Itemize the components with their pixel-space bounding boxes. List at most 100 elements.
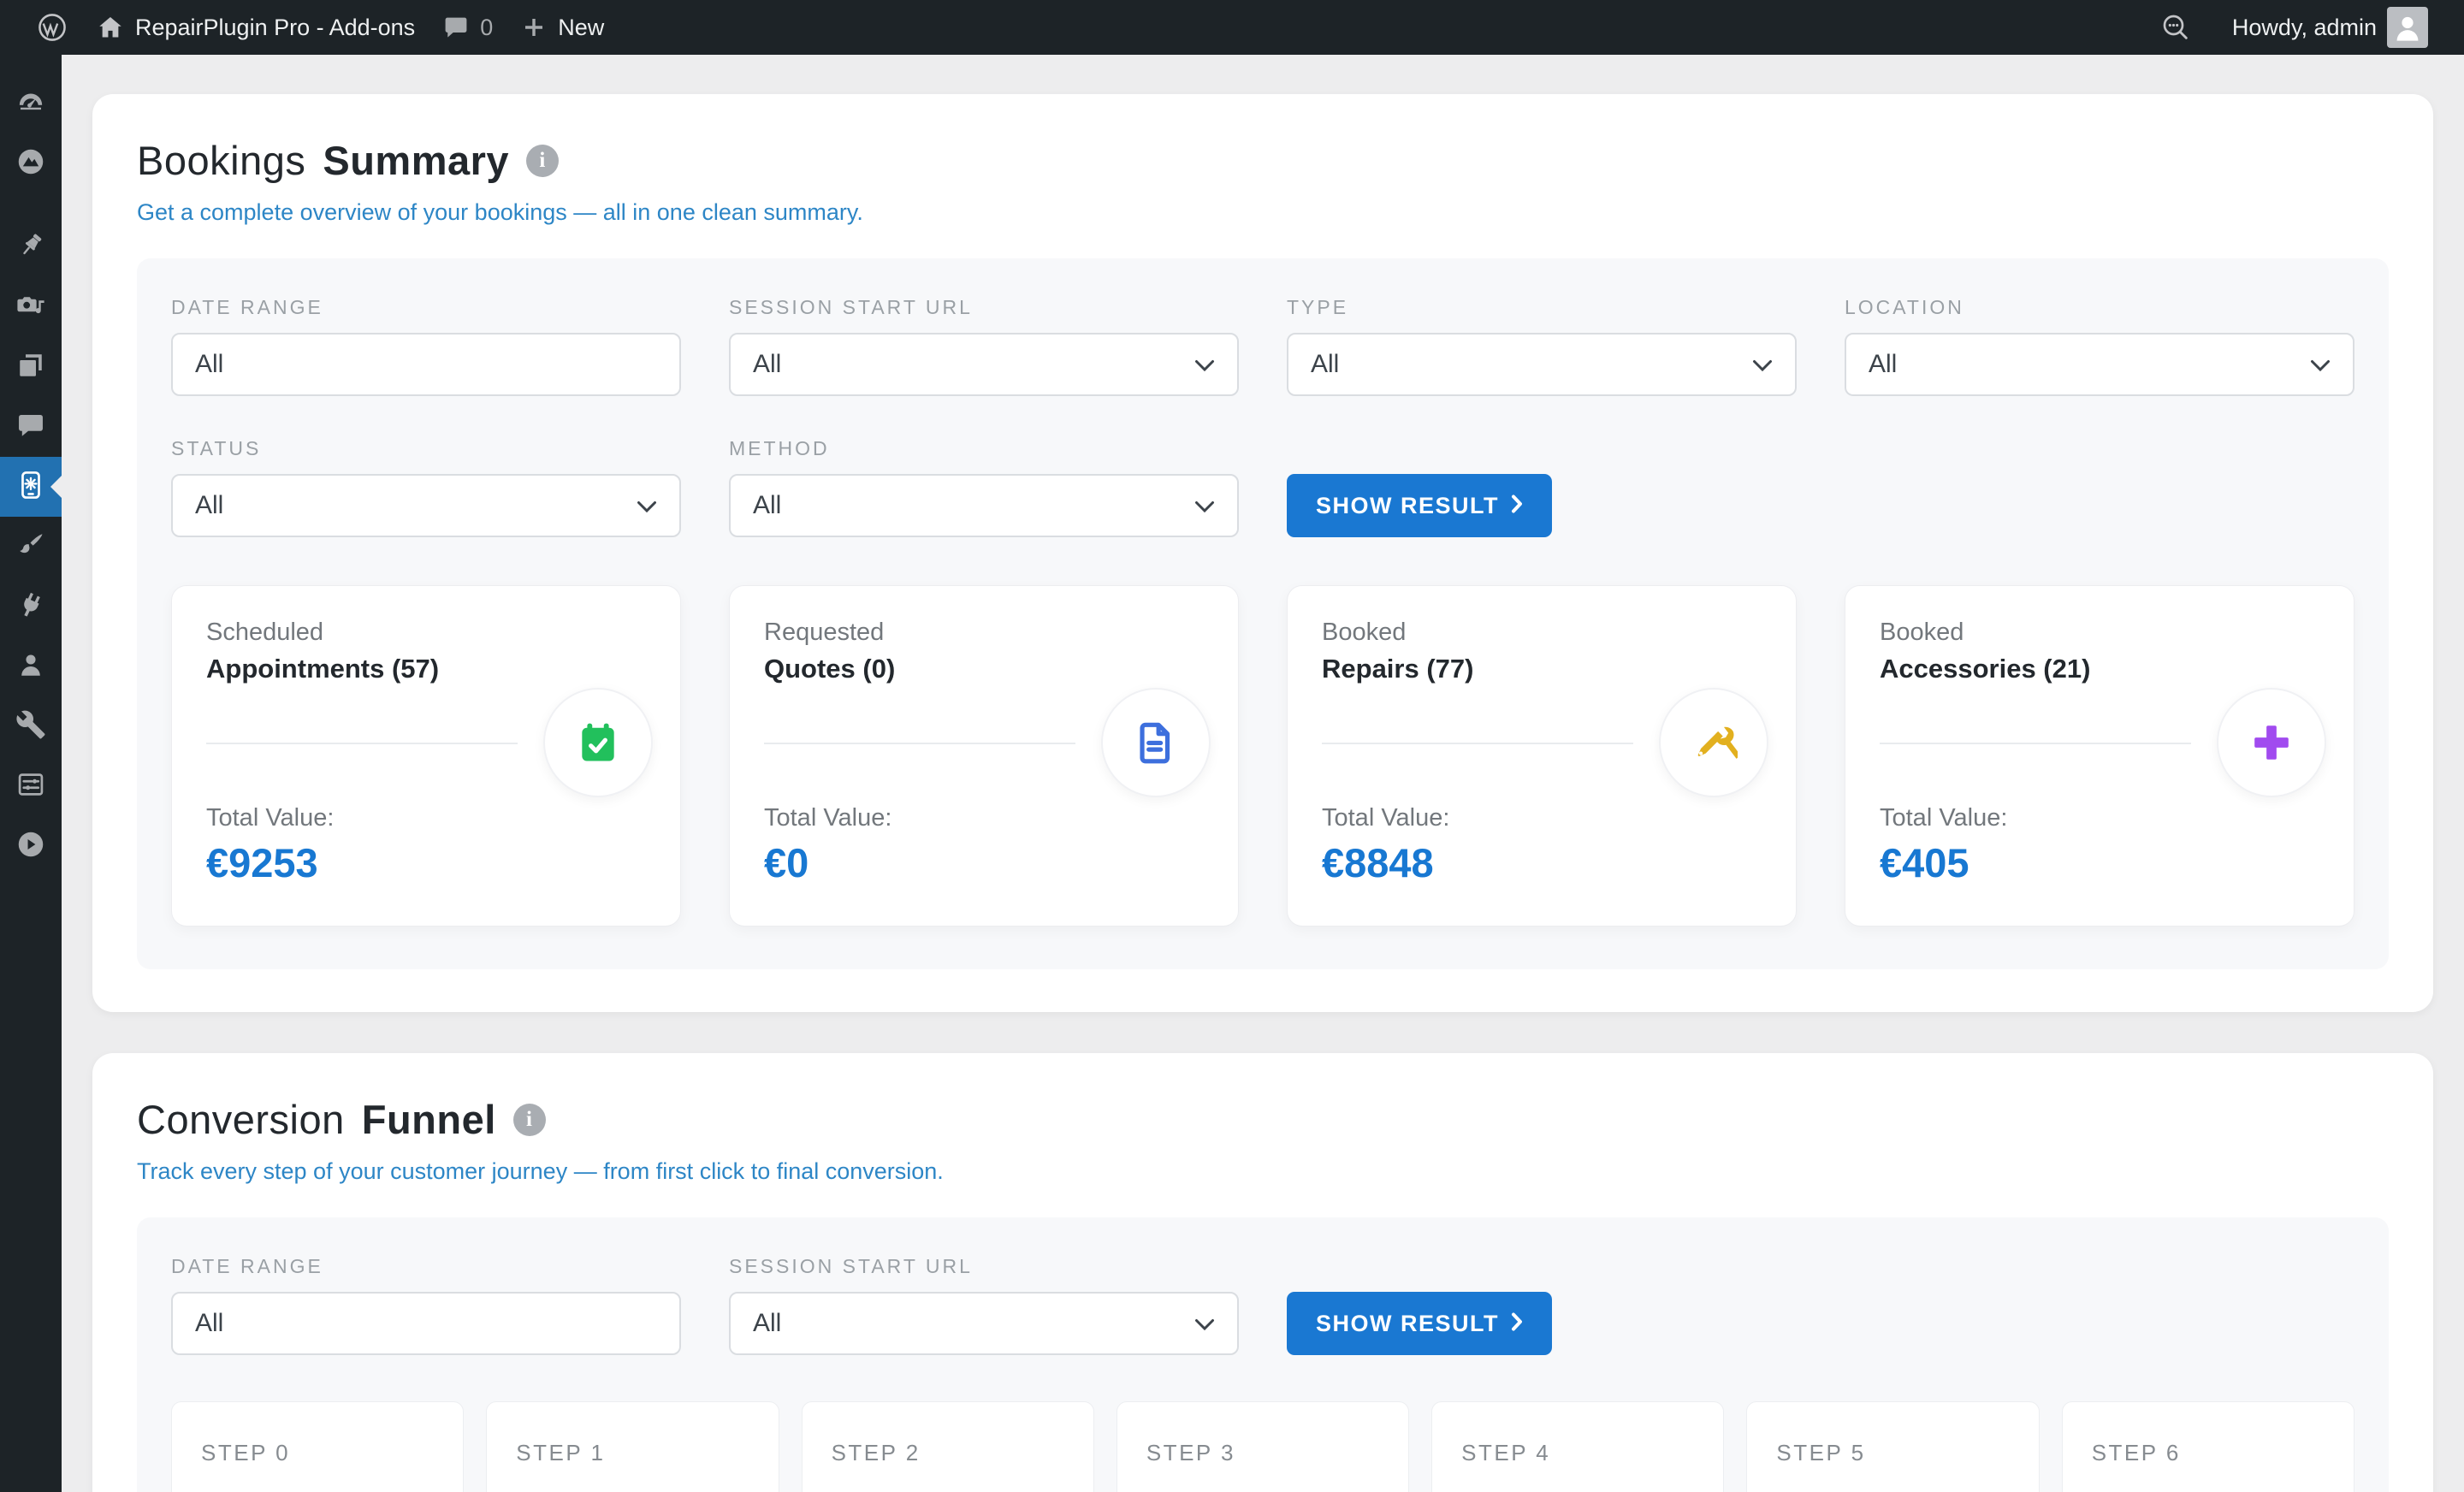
sidebar-item-dashboard[interactable] (0, 74, 62, 133)
howdy-label: Howdy, admin (2232, 15, 2377, 41)
site-name-label: RepairPlugin Pro - Add-ons (135, 15, 415, 41)
sidebar-separator (0, 193, 62, 217)
settings-icon (15, 769, 46, 804)
card-title: Repairs (77) (1322, 654, 1762, 684)
funnel-step-6: STEP 6 Thank You (2062, 1401, 2354, 1492)
bookings-summary-subtitle: Get a complete overview of your bookings… (137, 199, 2389, 226)
status-select[interactable]: All (171, 474, 681, 537)
type-value: All (1311, 350, 1339, 379)
new-menu[interactable]: New (506, 0, 618, 55)
collapse-menu-icon (15, 828, 47, 865)
funnel-date-range-label: DATE RANGE (171, 1255, 681, 1278)
card-total-value: €405 (1880, 839, 2319, 886)
sidebar-item-settings[interactable] (0, 756, 62, 816)
type-select[interactable]: All (1287, 333, 1797, 396)
funnel-show-result-button[interactable]: SHOW RESULT (1287, 1292, 1552, 1355)
location-value: All (1869, 350, 1897, 379)
date-range-input[interactable] (171, 333, 681, 396)
filter-location-label: LOCATION (1845, 296, 2354, 319)
card-category: Booked (1880, 619, 2319, 647)
filter-session-start-url-label: SESSION START URL (729, 296, 1239, 319)
filter-location: LOCATION All (1845, 296, 2354, 396)
method-select[interactable]: All (729, 474, 1239, 537)
funnel-show-result-label: SHOW RESULT (1316, 1311, 1499, 1337)
filter-status: STATUS All (171, 437, 681, 537)
sidebar-item-comments[interactable] (0, 397, 62, 457)
new-label: New (558, 15, 604, 41)
funnel-step-0: STEP 0 Shortcode Used (171, 1401, 464, 1492)
sidebar-item-media[interactable] (0, 277, 62, 337)
sidebar-item-tools[interactable] (0, 696, 62, 756)
funnel-filter-session-start-url: SESSION START URL All (729, 1255, 1239, 1355)
card-category: Booked (1322, 619, 1762, 647)
card-title: Accessories (21) (1880, 654, 2319, 684)
filter-method-label: METHOD (729, 437, 1239, 460)
plus-icon (520, 14, 548, 41)
sidebar-item-pages[interactable] (0, 337, 62, 397)
show-result-button[interactable]: SHOW RESULT (1287, 474, 1552, 537)
search-icon[interactable] (2145, 0, 2206, 55)
bookings-summary-title: Bookings Summary i (137, 137, 2389, 184)
comments-menu[interactable]: 0 (429, 0, 506, 55)
funnel-step-3: STEP 3 Select Model (1116, 1401, 1409, 1492)
session-start-url-value: All (753, 350, 781, 379)
plugin-logo-icon (15, 145, 47, 182)
chevron-down-icon (1194, 1309, 1215, 1338)
location-select[interactable]: All (1845, 333, 2354, 396)
funnel-step-5: STEP 5 Finalize Repair (1746, 1401, 2039, 1492)
wordpress-logo-icon (36, 11, 68, 44)
title-regular: Bookings (137, 137, 305, 184)
sidebar-item-posts[interactable] (0, 217, 62, 277)
stat-card-quotes: Requested Quotes (0) Total Value: €0 (729, 585, 1239, 927)
step-label: STEP 2 (832, 1440, 1064, 1466)
funnel-session-start-url-label: SESSION START URL (729, 1255, 1239, 1278)
site-name-link[interactable]: RepairPlugin Pro - Add-ons (82, 0, 429, 55)
plugins-plug-icon (15, 589, 46, 625)
sidebar-item-appearance[interactable] (0, 517, 62, 577)
title-bold: Funnel (362, 1096, 496, 1143)
title-bold: Summary (323, 137, 509, 184)
funnel-session-start-url-select[interactable]: All (729, 1292, 1239, 1355)
method-value: All (753, 491, 781, 520)
wordpress-logo-menu[interactable] (22, 0, 82, 55)
posts-pin-icon (15, 230, 46, 265)
filter-type-label: TYPE (1287, 296, 1797, 319)
admin-bar: RepairPlugin Pro - Add-ons 0 New Howdy, … (0, 0, 2464, 55)
card-divider (1880, 743, 2191, 744)
caret-right-icon (1511, 493, 1523, 519)
comment-bubble-icon (442, 14, 470, 41)
card-total-value: €9253 (206, 839, 646, 886)
title-regular: Conversion (137, 1096, 345, 1143)
home-icon (96, 13, 125, 42)
session-start-url-select[interactable]: All (729, 333, 1239, 396)
card-divider (206, 743, 518, 744)
step-label: STEP 1 (516, 1440, 749, 1466)
bookings-summary-body: DATE RANGE SESSION START URL All TYPE Al… (137, 258, 2389, 969)
sidebar-item-users[interactable] (0, 636, 62, 696)
tools-wrench-icon (15, 709, 46, 744)
stat-card-accessories: Booked Accessories (21) Total Value: €40… (1845, 585, 2354, 927)
show-result-label: SHOW RESULT (1316, 493, 1499, 519)
conversion-funnel-subtitle: Track every step of your customer journe… (137, 1158, 2389, 1185)
repairplugin-phone-gear-icon (15, 469, 47, 506)
card-divider (764, 743, 1075, 744)
info-icon[interactable]: i (513, 1104, 546, 1136)
stat-card-appointments: Scheduled Appointments (57) Total Value:… (171, 585, 681, 927)
funnel-date-range-input[interactable] (171, 1292, 681, 1355)
plus-icon (2217, 688, 2326, 797)
funnel-session-start-url-value: All (753, 1309, 781, 1338)
sidebar-item-collapse[interactable] (0, 816, 62, 876)
filter-date-range: DATE RANGE (171, 296, 681, 396)
sidebar-item-plugins[interactable] (0, 577, 62, 636)
funnel-step-1: STEP 1 Select Type (486, 1401, 779, 1492)
sidebar-item-plugin-logo[interactable] (0, 133, 62, 193)
caret-right-icon (1511, 1311, 1523, 1337)
filter-type: TYPE All (1287, 296, 1797, 396)
conversion-funnel-title: Conversion Funnel i (137, 1096, 2389, 1143)
info-icon[interactable]: i (526, 145, 559, 177)
chevron-down-icon (637, 491, 657, 520)
card-title: Quotes (0) (764, 654, 1204, 684)
sidebar-item-repairplugin-active[interactable] (0, 457, 62, 517)
chevron-down-icon (1194, 350, 1215, 379)
howdy-account-menu[interactable]: Howdy, admin (2218, 0, 2442, 55)
